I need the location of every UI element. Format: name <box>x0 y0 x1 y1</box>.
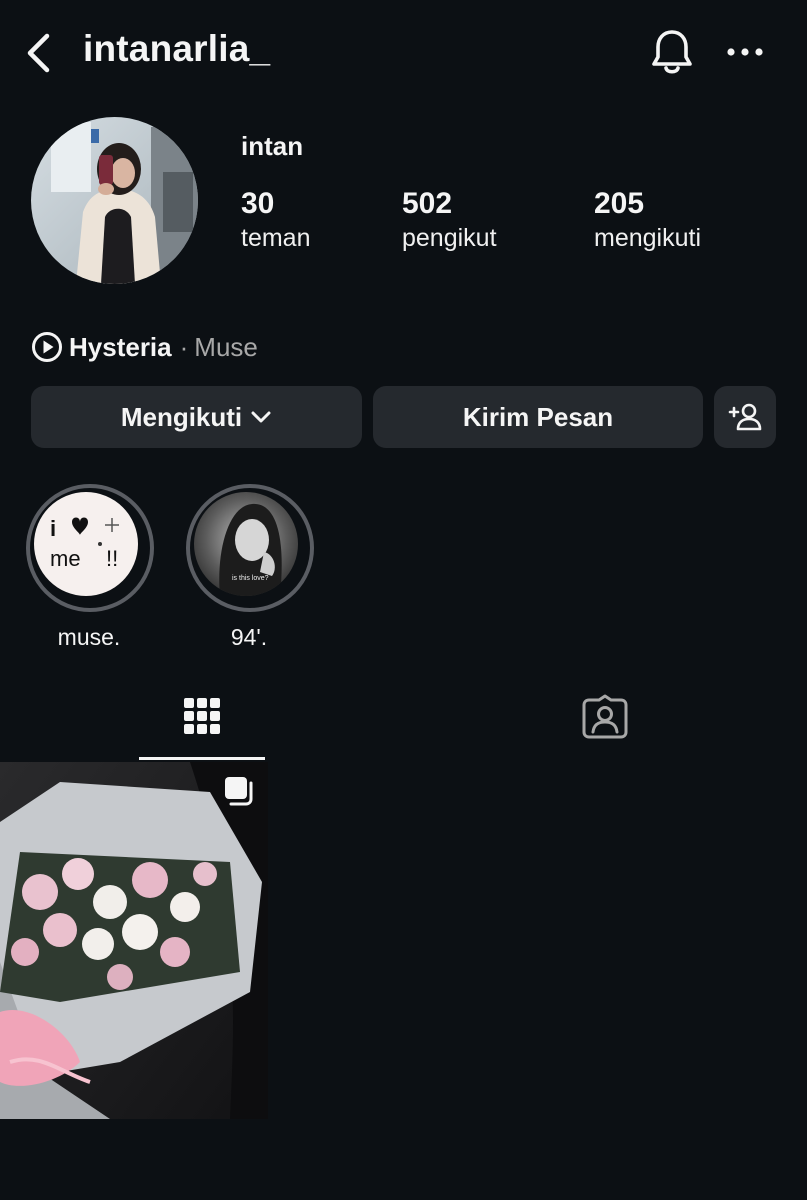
song-artist: Muse <box>194 331 258 362</box>
more-options-button[interactable] <box>722 34 768 70</box>
friends-count: 30 <box>241 187 275 220</box>
profile-display-name: intan <box>241 131 304 161</box>
profile-page: intanarlia_ intan 30 teman 502 pengikut … <box>0 0 807 1200</box>
highlight-title: 94'. <box>230 624 268 650</box>
song-separator: · <box>179 331 189 362</box>
top-bar: intanarlia_ <box>0 0 807 104</box>
following-stat[interactable]: 205 mengikuti <box>594 186 701 254</box>
active-tab-indicator <box>139 757 265 760</box>
back-button[interactable] <box>20 30 60 76</box>
send-message-label: Kirim Pesan <box>462 401 614 432</box>
chevron-down-icon <box>251 411 271 423</box>
highlight-cover-caption: is this love? <box>232 575 269 582</box>
ellipsis-icon <box>727 48 763 56</box>
highlight-cover-text-3: !! <box>106 546 118 571</box>
add-person-icon <box>728 403 762 431</box>
tab-tagged[interactable] <box>542 690 668 760</box>
followers-stat[interactable]: 502 pengikut <box>402 186 497 254</box>
friends-stat[interactable]: 30 teman <box>241 186 310 254</box>
highlight-cover-text-1: i <box>50 516 56 541</box>
bell-icon <box>652 30 692 74</box>
play-circle-icon <box>32 332 62 362</box>
friends-label: teman <box>241 224 311 252</box>
song-title: Hysteria <box>69 331 172 362</box>
highlight-title: muse. <box>57 624 121 650</box>
tab-posts[interactable] <box>139 690 265 760</box>
chevron-left-icon <box>27 33 50 73</box>
highlight-muse[interactable]: i me !! muse. <box>26 484 154 651</box>
highlight-cover-text-2: me <box>50 546 81 571</box>
profile-avatar[interactable] <box>31 117 198 284</box>
add-friend-button[interactable] <box>714 386 776 448</box>
highlight-94[interactable]: is this love? 94'. <box>186 484 314 651</box>
following-button[interactable]: Mengikuti <box>31 386 362 448</box>
following-count: 205 <box>594 187 645 220</box>
highlight-ring: is this love? <box>186 484 314 612</box>
profile-username: intanarlia_ <box>83 28 271 69</box>
multiple-photos-icon <box>225 777 253 806</box>
following-button-label: Mengikuti <box>120 401 243 432</box>
followers-count: 502 <box>402 187 453 220</box>
highlight-ring: i me !! <box>26 484 154 612</box>
send-message-button[interactable]: Kirim Pesan <box>373 386 703 448</box>
profile-music[interactable]: Hysteria · Muse <box>31 330 258 364</box>
notifications-button[interactable] <box>648 26 696 78</box>
tagged-person-icon <box>582 694 628 739</box>
followers-label: pengikut <box>402 224 497 252</box>
highlight-cover: i me !! <box>34 492 138 596</box>
highlight-cover: is this love? <box>194 492 298 596</box>
post-thumbnail[interactable] <box>0 762 268 1119</box>
grid-icon <box>184 698 220 734</box>
following-label: mengikuti <box>594 224 701 252</box>
